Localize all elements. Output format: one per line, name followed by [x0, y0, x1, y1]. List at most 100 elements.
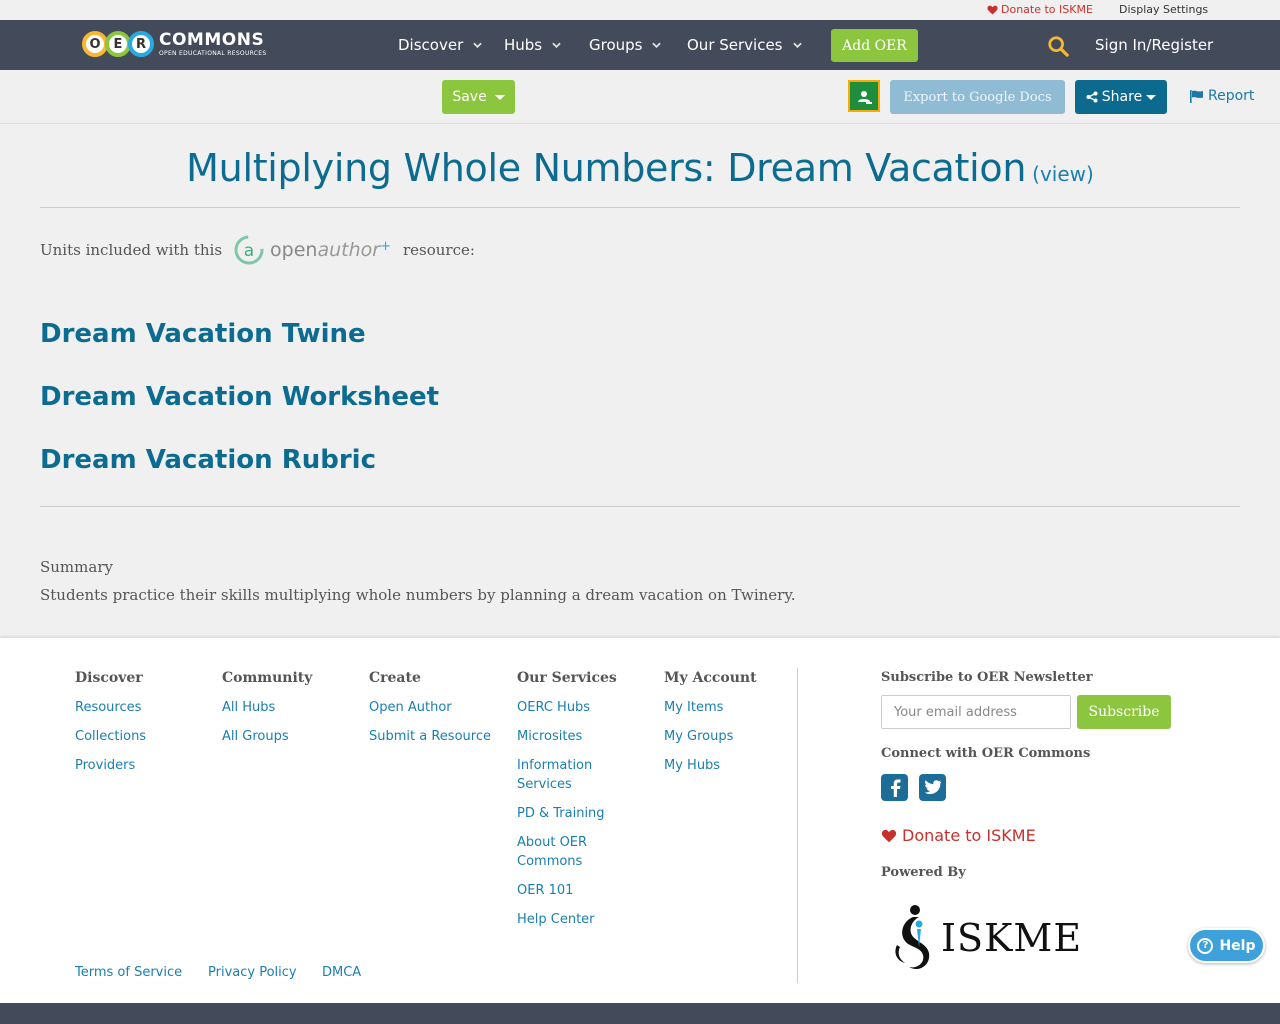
donate-link[interactable]: Donate to ISKME [987, 3, 1093, 16]
chevron-down-icon [473, 42, 482, 48]
nav-groups-label: Groups [589, 36, 643, 54]
sign-in-register-link[interactable]: Sign In/Register [1095, 36, 1213, 54]
footer-link-my-groups[interactable]: My Groups [664, 727, 757, 746]
open-author-word-author: author [317, 239, 381, 261]
footer-link-my-items[interactable]: My Items [664, 698, 757, 717]
page-title: Multiplying Whole Numbers: Dream Vacatio… [186, 146, 1027, 190]
unit-link-twine[interactable]: Dream Vacation Twine [40, 319, 366, 349]
add-oer-button[interactable]: Add OER [831, 29, 918, 62]
dmca-link[interactable]: DMCA [322, 965, 361, 980]
twitter-icon[interactable] [919, 774, 946, 801]
iskme-swirl-icon [895, 905, 930, 970]
summary-label: Summary [40, 558, 113, 576]
footer-link-submit-resource[interactable]: Submit a Resource [369, 727, 491, 746]
donate-label: Donate to ISKME [1001, 3, 1093, 16]
footer-donate-label: Donate to ISKME [902, 826, 1036, 845]
powered-by-label: Powered By [881, 865, 966, 880]
resource-toolbar: Save Export to Google Docs Share Report [0, 70, 1280, 124]
footer-link-providers[interactable]: Providers [75, 756, 146, 775]
help-button[interactable]: ? Help [1188, 928, 1265, 963]
caret-down-icon [1146, 94, 1157, 100]
utility-bar: Donate to ISKME Display Settings [0, 0, 1280, 20]
chevron-down-icon [552, 42, 561, 48]
open-author-word-open: open [270, 239, 318, 261]
newsletter-email-input[interactable] [881, 695, 1071, 729]
logo-title: COMMONS [159, 29, 265, 50]
footer-link-all-groups[interactable]: All Groups [222, 727, 312, 746]
nav-groups[interactable]: Groups [589, 36, 662, 54]
bottom-band [0, 1003, 1280, 1024]
unit-link-rubric[interactable]: Dream Vacation Rubric [40, 445, 376, 475]
footer-divider [797, 668, 798, 983]
footer-link-help-center[interactable]: Help Center [517, 910, 627, 929]
newsletter-heading: Subscribe to OER Newsletter [881, 670, 1093, 685]
logo-wordmark: COMMONS OPEN EDUCATIONAL RESOURCES [159, 29, 267, 57]
footer-heading: Community [222, 670, 313, 686]
open-author-mark-icon: a [234, 235, 264, 265]
footer-link-all-hubs[interactable]: All Hubs [222, 698, 312, 717]
oer-commons-logo[interactable]: O E R COMMONS OPEN EDUCATIONAL RESOURCES [82, 26, 267, 62]
nav-our-services[interactable]: Our Services [687, 36, 802, 54]
content-divider [40, 506, 1240, 507]
chevron-down-icon [792, 42, 802, 48]
footer-heading: My Account [664, 670, 757, 686]
svg-text:a: a [244, 241, 254, 261]
search-icon[interactable] [1047, 35, 1069, 57]
save-label: Save [452, 89, 487, 105]
unit-link-worksheet[interactable]: Dream Vacation Worksheet [40, 382, 439, 412]
footer-col-my-account: My Account My Items My Groups My Hubs [664, 670, 757, 785]
heart-icon [987, 5, 998, 15]
logo-letter-r: R [128, 31, 154, 57]
footer-col-community: Community All Hubs All Groups [222, 670, 312, 756]
summary-text: Students practice their skills multiplyi… [40, 586, 796, 604]
footer-link-pd-training[interactable]: PD & Training [517, 804, 627, 823]
terms-of-service-link[interactable]: Terms of Service [75, 965, 182, 980]
nav-discover[interactable]: Discover [398, 36, 482, 54]
share-icon [1086, 91, 1098, 103]
footer-link-microsites[interactable]: Microsites [517, 727, 627, 746]
subscribe-button[interactable]: Subscribe [1077, 695, 1171, 729]
nav-discover-label: Discover [398, 36, 464, 54]
footer-link-information-services[interactable]: Information Services [517, 756, 627, 794]
connect-heading: Connect with OER Commons [881, 746, 1091, 761]
display-settings-link[interactable]: Display Settings [1119, 3, 1208, 16]
footer-link-oerc-hubs[interactable]: OERC Hubs [517, 698, 627, 717]
share-label: Share [1101, 89, 1143, 105]
footer-col-create: Create Open Author Submit a Resource [369, 670, 491, 756]
footer-link-open-author[interactable]: Open Author [369, 698, 491, 717]
title-area: Multiplying Whole Numbers: Dream Vacatio… [40, 146, 1240, 208]
nav-our-services-label: Our Services [687, 36, 783, 54]
chevron-down-icon [652, 42, 662, 48]
footer-link-about-oer-commons[interactable]: About OER Commons [517, 833, 627, 871]
heart-icon [881, 829, 897, 842]
footer-link-resources[interactable]: Resources [75, 698, 146, 717]
help-label: Help [1219, 937, 1256, 954]
main-navbar: O E R COMMONS OPEN EDUCATIONAL RESOURCES… [0, 20, 1280, 70]
flag-icon [1190, 89, 1203, 103]
save-button[interactable]: Save [442, 80, 515, 114]
footer-heading: Our Services [517, 670, 617, 686]
footer-donate-link[interactable]: Donate to ISKME [881, 826, 1036, 845]
share-button[interactable]: Share [1075, 80, 1167, 114]
open-author-wordmark: openauthor+ [270, 239, 391, 261]
google-classroom-button[interactable] [848, 80, 880, 112]
footer-col-our-services: Our Services OERC Hubs Microsites Inform… [517, 670, 627, 939]
footer-link-oer-101[interactable]: OER 101 [517, 881, 627, 900]
open-author-logo: a openauthor+ [234, 235, 391, 265]
resource-content: Multiplying Whole Numbers: Dream Vacatio… [20, 124, 1260, 638]
units-intro: Units included with this a openauthor+ r… [40, 234, 475, 266]
facebook-icon[interactable] [881, 774, 908, 801]
logo-subtitle: OPEN EDUCATIONAL RESOURCES [159, 49, 267, 57]
question-circle-icon: ? [1197, 937, 1214, 954]
footer-link-my-hubs[interactable]: My Hubs [664, 756, 757, 775]
view-link[interactable]: (view) [1032, 162, 1094, 186]
iskme-logo[interactable]: ISKME [891, 903, 1082, 973]
report-link[interactable]: Report [1190, 88, 1254, 104]
export-google-docs-button[interactable]: Export to Google Docs [890, 80, 1065, 114]
nav-hubs[interactable]: Hubs [504, 36, 561, 54]
privacy-policy-link[interactable]: Privacy Policy [208, 965, 297, 980]
report-label: Report [1208, 88, 1255, 104]
nav-hubs-label: Hubs [504, 36, 543, 54]
caret-down-icon [494, 94, 505, 100]
footer-link-collections[interactable]: Collections [75, 727, 146, 746]
